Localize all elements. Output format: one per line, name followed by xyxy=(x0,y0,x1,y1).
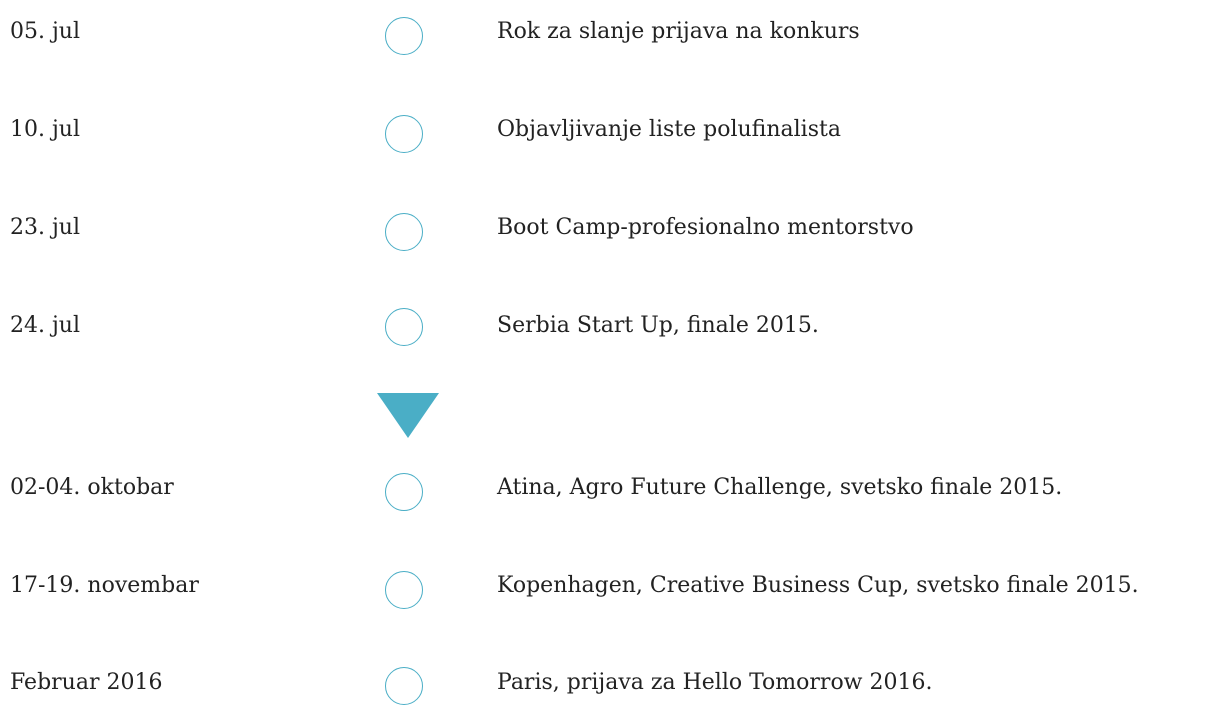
event-description: Objavljivanje liste polufinalista xyxy=(497,117,841,142)
circle-marker-icon xyxy=(385,308,423,346)
event-description: Rok za slanje prijava na konkurs xyxy=(497,19,860,44)
circle-marker-icon xyxy=(385,667,423,705)
event-description: Atina, Agro Future Challenge, svetsko fi… xyxy=(497,475,1063,500)
event-date: 17-19. novembar xyxy=(10,573,199,598)
down-triangle-icon xyxy=(377,393,439,438)
circle-marker-icon xyxy=(385,213,423,251)
circle-marker-icon xyxy=(385,17,423,55)
event-date: Februar 2016 xyxy=(10,670,163,695)
circle-marker-icon xyxy=(385,473,423,511)
event-date: 10. jul xyxy=(10,117,81,142)
event-description: Kopenhagen, Creative Business Cup, svets… xyxy=(497,573,1139,598)
event-description: Serbia Start Up, finale 2015. xyxy=(497,313,819,338)
timeline: 05. jul Rok za slanje prijava na konkurs… xyxy=(0,0,1230,715)
circle-marker-icon xyxy=(385,571,423,609)
event-date: 02-04. oktobar xyxy=(10,475,174,500)
event-description: Boot Camp-profesionalno mentorstvo xyxy=(497,215,914,240)
event-description: Paris, prijava za Hello Tomorrow 2016. xyxy=(497,670,933,695)
event-date: 23. jul xyxy=(10,215,81,240)
event-date: 24. jul xyxy=(10,313,81,338)
event-date: 05. jul xyxy=(10,19,81,44)
circle-marker-icon xyxy=(385,115,423,153)
